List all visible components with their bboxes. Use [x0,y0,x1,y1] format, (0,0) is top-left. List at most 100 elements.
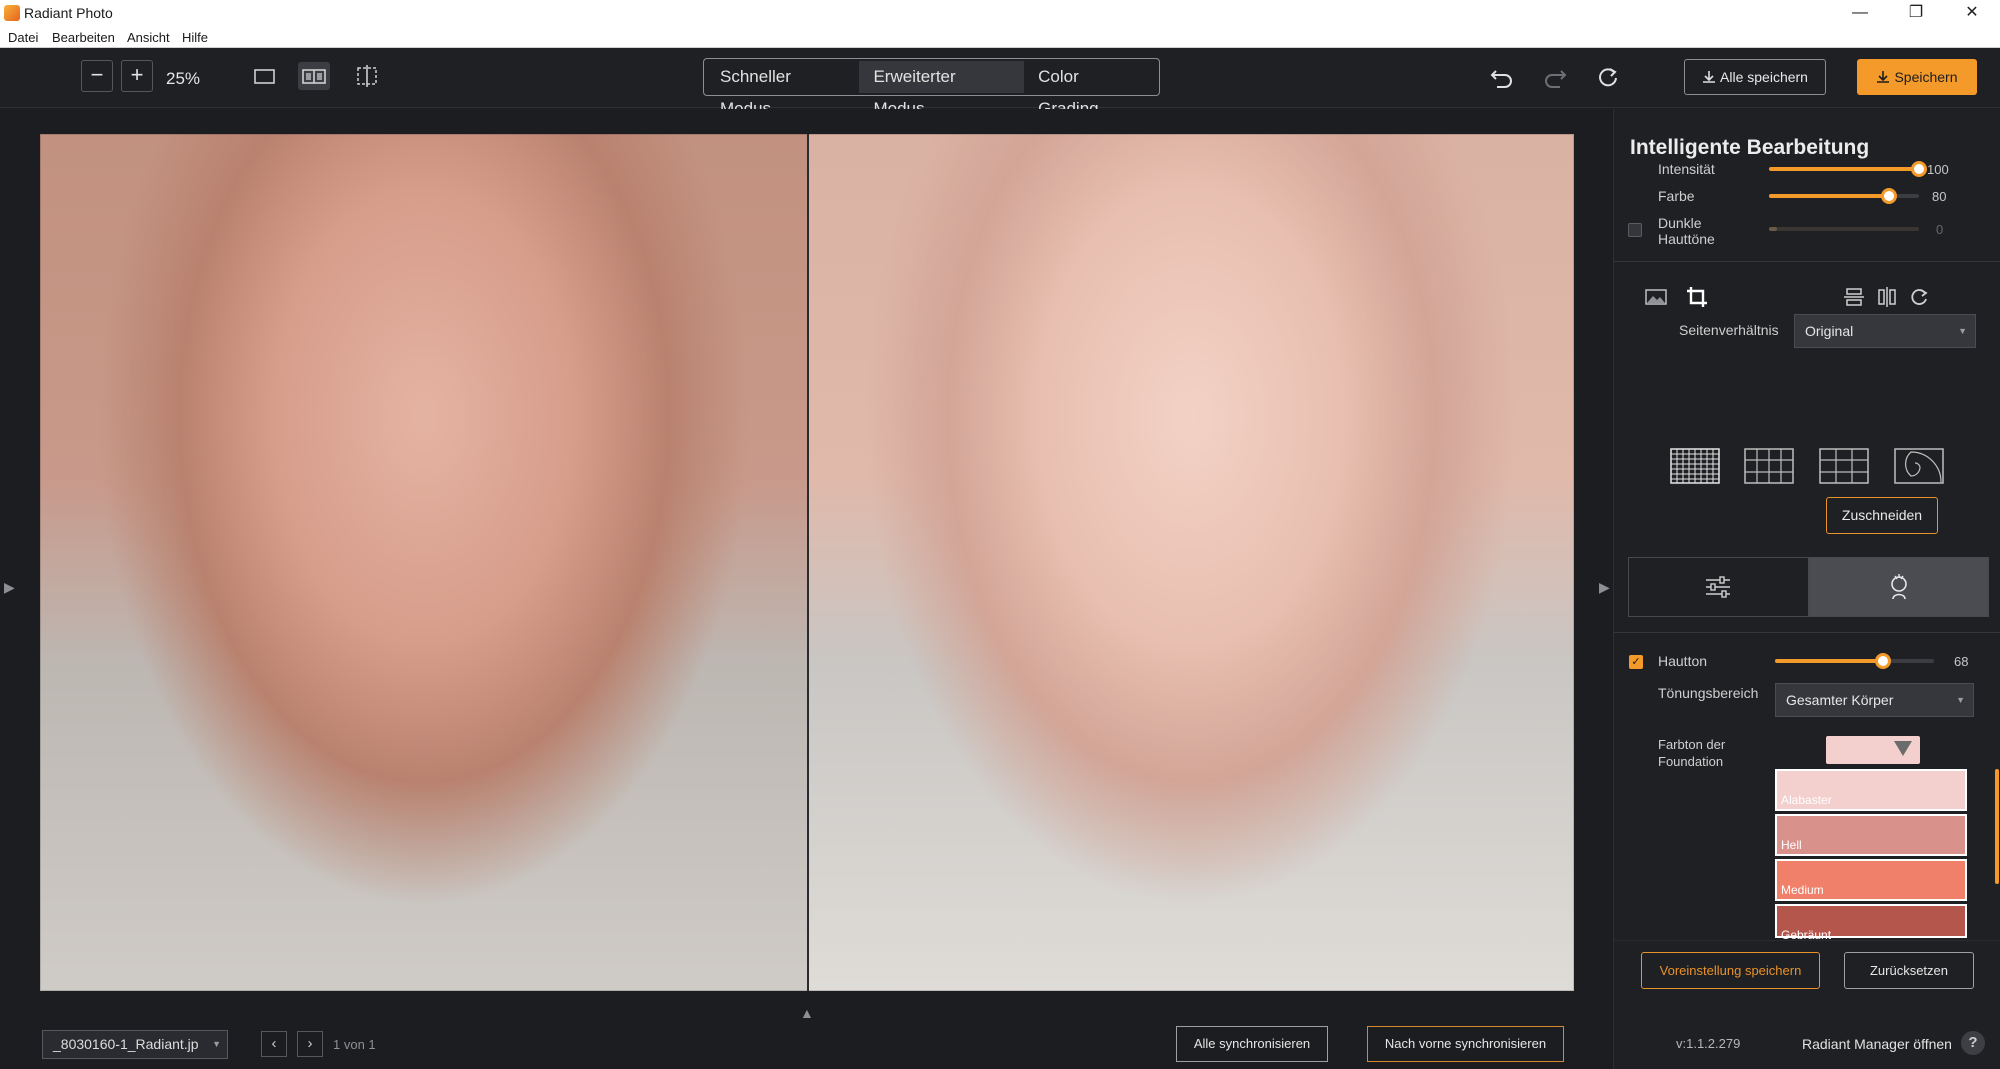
tone-range-label: Tönungsbereich [1658,685,1759,701]
foundation-label: Farbton der Foundation [1658,736,1725,770]
crop-button[interactable]: Zuschneiden [1826,497,1938,534]
menu-datei[interactable]: Datei [8,30,38,45]
skin-tone-label: Hautton [1658,653,1708,669]
skin-tone-slider[interactable] [1775,653,1934,669]
fine-grid-icon[interactable] [1670,448,1720,484]
restore-button[interactable]: ❐ [1888,0,1944,26]
section-divider [1614,261,2000,262]
aspect-ratio-select[interactable]: Original ▼ [1794,314,1976,348]
swatch-medium[interactable]: Medium [1775,859,1967,901]
compare-view-icon[interactable] [351,62,383,90]
redo-icon[interactable] [1540,62,1570,92]
triangle-down-icon [1894,741,1912,756]
save-preset-button[interactable]: Voreinstellung speichern [1641,952,1820,989]
zoom-level: 25% [166,69,201,88]
open-manager-link[interactable]: Radiant Manager öffnen [1802,1036,1952,1052]
split-view-icon[interactable] [298,62,330,90]
grid-4x3-icon[interactable] [1744,448,1794,484]
save-all-label: Alle speichern [1720,69,1808,85]
before-image [40,134,808,991]
before-photo-placeholder [40,134,808,991]
filmstrip-toggle-icon[interactable]: ▲ [800,1005,814,1021]
tone-range-value: Gesamter Körper [1786,692,1894,708]
intensity-value: 100 [1927,162,1949,177]
skin-tone-checkbox[interactable]: ✓ [1629,655,1643,669]
tone-range-select[interactable]: Gesamter Körper ▼ [1775,683,1974,717]
swatch-alabaster[interactable]: Alabaster [1775,769,1967,811]
chevron-down-icon: ▼ [1958,326,1967,336]
golden-spiral-icon[interactable] [1894,448,1944,484]
window-title: Radiant Photo [24,5,113,21]
next-image-button[interactable]: › [297,1031,323,1057]
save-button[interactable]: Speichern [1857,59,1977,95]
aspect-ratio-value: Original [1805,323,1854,339]
swatch-hell[interactable]: Hell [1775,814,1967,856]
face-retouch-icon [1891,574,1907,600]
image-icon[interactable] [1643,284,1669,310]
foundation-label-line1: Farbton der [1658,737,1726,752]
zoom-out-button[interactable]: − [81,60,113,92]
right-panel-toggle-icon[interactable]: ▶ [1599,579,1610,596]
download-icon [1703,71,1716,83]
close-button[interactable]: ✕ [1944,0,2000,26]
skin-tone-slider-fill [1775,659,1884,663]
dark-skin-checkbox[interactable] [1628,223,1642,237]
tab-erweiterter-modus[interactable]: Erweiterter Modus [859,61,1025,118]
reset-button[interactable]: Zurücksetzen [1844,952,1974,989]
sliders-icon [1706,576,1730,598]
file-selector[interactable]: _8030160-1_Radiant.jp ▼ [42,1030,228,1059]
save-label: Speichern [1894,69,1958,85]
color-label: Farbe [1658,188,1695,204]
rotate-icon[interactable] [1906,284,1932,310]
section-divider [1614,632,2000,633]
color-slider-thumb[interactable] [1881,188,1897,204]
image-canvas: ▶ ▶ ▲ [0,109,1613,1069]
page-counter: 1 von 1 [333,1037,376,1052]
intensity-slider[interactable] [1769,161,1927,177]
dark-skin-label-line1: Dunkle [1658,215,1702,231]
menu-bar: Datei Bearbeiten Ansicht Hilfe [0,26,2000,48]
single-view-icon[interactable] [248,62,280,90]
color-slider-fill [1769,194,1889,198]
adjustments-tab[interactable] [1628,557,1809,617]
intensity-slider-fill [1769,167,1919,171]
swatch-gebraeunt[interactable]: Gebräunt [1775,904,1967,942]
foundation-color-picker[interactable] [1826,736,1920,764]
crop-icon[interactable] [1684,284,1710,310]
chevron-down-icon: ▼ [212,1039,221,1049]
dark-skin-slider-fill [1769,227,1777,231]
reset-icon[interactable] [1593,62,1623,92]
flip-horizontal-icon[interactable] [1874,284,1900,310]
chevron-down-icon: ▼ [1956,695,1965,705]
help-icon[interactable]: ? [1961,1031,1985,1055]
left-panel-toggle-icon[interactable]: ▶ [4,579,15,596]
after-photo-placeholder [808,134,1574,991]
color-slider[interactable] [1769,188,1919,204]
menu-ansicht[interactable]: Ansicht [127,30,170,45]
version-label: v:1.1.2.279 [1676,1036,1741,1051]
previous-image-button[interactable]: ‹ [261,1031,287,1057]
dark-skin-label-line2: Hauttöne [1658,231,1715,247]
menu-hilfe[interactable]: Hilfe [182,30,208,45]
save-all-button[interactable]: Alle speichern [1684,59,1826,95]
dark-skin-slider [1769,227,1919,231]
grid-3x3-icon[interactable] [1819,448,1869,484]
undo-icon[interactable] [1487,62,1517,92]
flip-vertical-icon[interactable] [1841,284,1867,310]
sync-all-button[interactable]: Alle synchronisieren [1176,1026,1328,1062]
panel-scrollbar[interactable] [1995,769,1999,884]
section-divider [1614,940,2000,941]
sync-forward-button[interactable]: Nach vorne synchronisieren [1367,1026,1564,1062]
intensity-slider-thumb[interactable] [1911,161,1927,177]
menu-bearbeiten[interactable]: Bearbeiten [52,30,115,45]
file-name: _8030160-1_Radiant.jp [53,1036,199,1052]
minimize-button[interactable]: — [1832,0,1888,26]
intensity-label: Intensität [1658,161,1715,177]
foundation-label-line2: Foundation [1658,754,1724,769]
tab-schneller-modus[interactable]: Schneller Modus [706,61,859,118]
split-divider[interactable] [807,134,809,991]
skin-tone-slider-thumb[interactable] [1875,653,1892,669]
portrait-tab[interactable] [1809,557,1989,617]
tab-color-grading[interactable]: Color Grading [1024,61,1157,118]
zoom-in-button[interactable]: + [121,60,153,92]
